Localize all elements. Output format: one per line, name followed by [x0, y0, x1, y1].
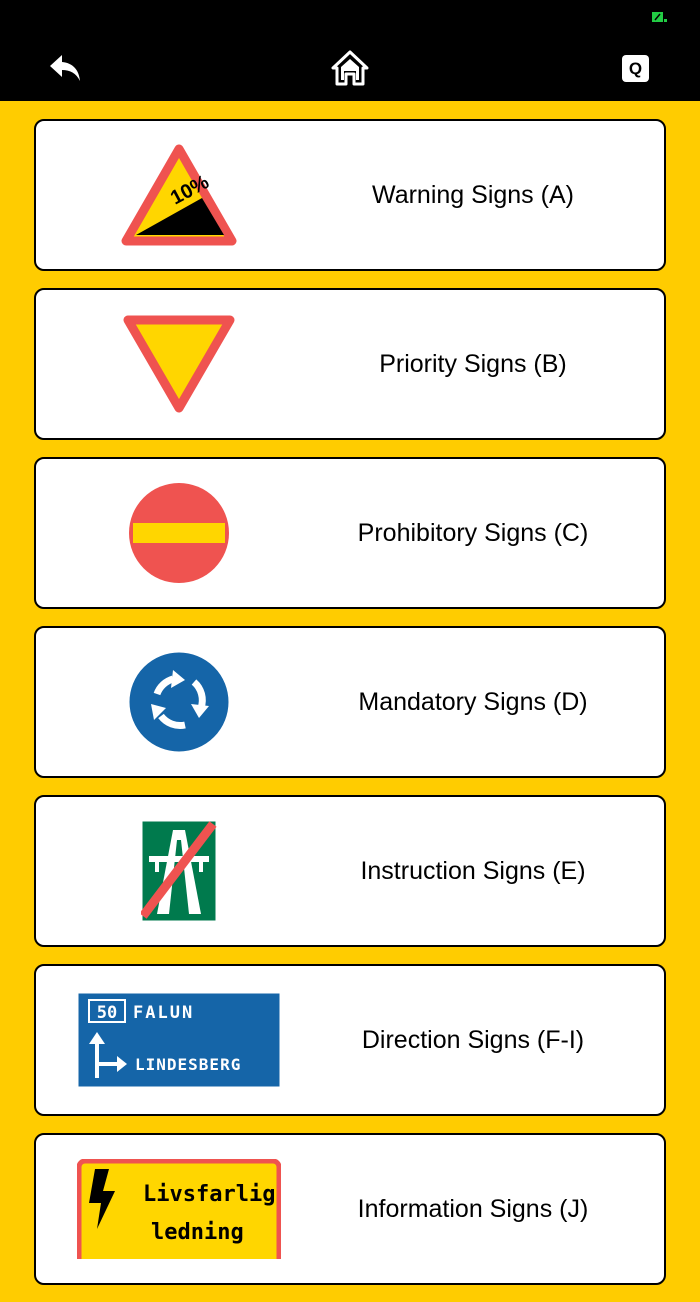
category-label: Direction Signs (F-I)	[361, 1025, 585, 1054]
sign-number: 50	[97, 1003, 117, 1023]
back-arrow-icon	[50, 55, 80, 81]
quiz-button[interactable]: Q	[622, 55, 649, 82]
home-icon	[331, 50, 369, 86]
give-way-sign-icon	[123, 315, 235, 413]
danger-high-voltage-sign-icon: Livsfarlig ledning	[77, 1159, 281, 1259]
sign-text: Livsfarlig	[143, 1182, 275, 1207]
category-label: Information Signs (J)	[357, 1194, 589, 1223]
roundabout-sign-icon	[128, 651, 230, 753]
steep-hill-warning-sign-icon: 10%	[121, 144, 237, 246]
category-card-direction[interactable]: 50 FALUN LINDESBERG Direction Signs (F-I…	[34, 964, 666, 1116]
category-list: 10% Warning Signs (A) Priority Signs (B)…	[34, 119, 666, 1302]
sign-place: LINDESBERG	[135, 1055, 241, 1074]
category-label: Priority Signs (B)	[379, 349, 567, 378]
category-card-warning[interactable]: 10% Warning Signs (A)	[34, 119, 666, 271]
sign-text: ledning	[151, 1220, 244, 1245]
sign-place: FALUN	[133, 1003, 194, 1023]
no-entry-sign-icon	[129, 483, 229, 583]
back-button[interactable]	[44, 48, 88, 88]
category-card-instruction[interactable]: Instruction Signs (E)	[34, 795, 666, 947]
category-label: Warning Signs (A)	[372, 180, 574, 209]
category-label: Instruction Signs (E)	[360, 856, 586, 885]
category-label: Prohibitory Signs (C)	[357, 518, 589, 547]
category-card-prohibitory[interactable]: Prohibitory Signs (C)	[34, 457, 666, 609]
category-card-priority[interactable]: Priority Signs (B)	[34, 288, 666, 440]
direction-sign-icon: 50 FALUN LINDESBERG	[77, 992, 281, 1088]
home-button[interactable]	[328, 46, 372, 90]
end-of-motorway-sign-icon	[141, 820, 217, 922]
category-card-information[interactable]: Livsfarlig ledning Information Signs (J)	[34, 1133, 666, 1285]
category-card-mandatory[interactable]: Mandatory Signs (D)	[34, 626, 666, 778]
top-navigation-bar: Q	[0, 0, 700, 101]
quiz-label: Q	[628, 58, 643, 78]
category-label: Mandatory Signs (D)	[358, 687, 588, 716]
battery-icon	[652, 12, 667, 22]
